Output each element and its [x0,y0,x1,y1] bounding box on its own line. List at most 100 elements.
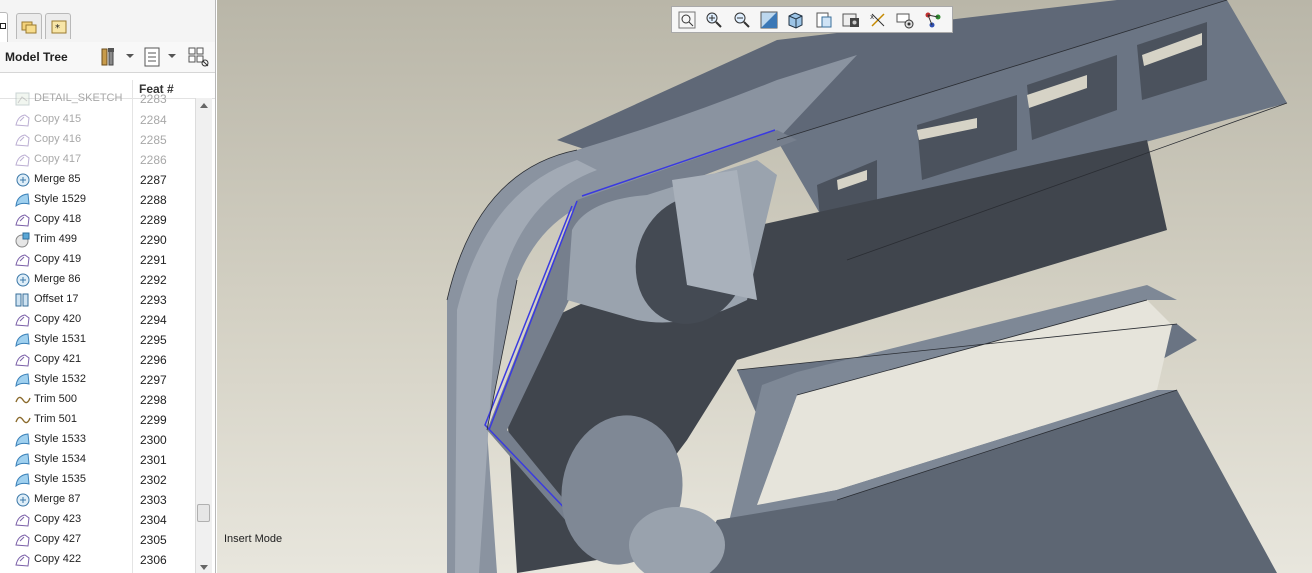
feature-number: 2286 [140,153,167,167]
saved-views-button[interactable] [813,9,835,31]
view-manager-button[interactable] [840,9,862,31]
model-tree-row[interactable]: Copy 417 2286 [0,150,193,170]
copy-icon [15,132,31,148]
status-message: Insert Mode [224,533,283,545]
tree-settings-button[interactable] [99,46,121,68]
feature-name: Copy 427 [34,533,82,545]
tree-settings-dropdown[interactable] [126,54,134,58]
spin-center-button[interactable] [922,9,944,31]
model-tree-list: DETAIL_SKETCH 2283 Copy 415 2284 Copy 416 228… [0,90,193,573]
scroll-thumb[interactable] [197,504,210,522]
datum-display-button[interactable]: x [867,9,889,31]
repaint-button[interactable] [758,9,780,31]
model-tree-row[interactable]: Style 1535 2302 [0,470,193,490]
model-view-3d[interactable] [217,0,1312,573]
model-tree-row[interactable]: Trim 499 2290 [0,230,193,250]
tree-settings-icon [101,48,114,66]
model-tree-row[interactable]: DETAIL_SKETCH 2283 [0,90,193,109]
copy-icon [15,212,31,228]
model-tree-tab-icon [0,23,6,29]
feature-name: DETAIL_SKETCH [34,92,123,104]
graphics-window[interactable]: x [217,0,1312,573]
feature-number: 2283 [140,92,167,106]
folder-browser-tab[interactable] [16,13,42,39]
model-tree-row[interactable]: Merge 85 2287 [0,170,193,190]
model-tree-row[interactable]: Copy 422 2306 [0,550,193,570]
feature-number: 2293 [140,293,167,307]
model-tree-row[interactable]: Copy 419 2291 [0,250,193,270]
scroll-up-arrow-icon[interactable] [200,103,208,108]
feature-name: Copy 417 [34,153,82,165]
model-tree-row[interactable]: Copy 415 2284 [0,110,193,130]
model-tree-row[interactable]: Copy 423 2304 [0,510,193,530]
feature-number: 2301 [140,453,167,467]
model-tree-row[interactable]: Style 1529 2288 [0,190,193,210]
feature-number: 2303 [140,493,167,507]
zoom-in-button[interactable] [703,9,725,31]
scroll-down-arrow-icon[interactable] [200,565,208,570]
feature-name: Copy 423 [34,513,82,525]
model-tree-row[interactable]: Copy 421 2296 [0,350,193,370]
model-tree-row[interactable]: Trim 501 2299 [0,410,193,430]
feature-name: Copy 421 [34,353,82,365]
feature-name: Trim 500 [34,393,77,405]
show-list-dropdown[interactable] [168,54,176,58]
refit-button[interactable] [676,9,698,31]
feature-number: 2302 [140,473,167,487]
model-tree-row[interactable]: Copy 416 2285 [0,130,193,150]
display-style-button[interactable] [785,9,807,31]
favorites-icon: * [51,20,67,34]
copy-icon [15,352,31,368]
feature-name: Merge 86 [34,273,81,285]
feature-number: 2300 [140,433,167,447]
copy-icon [15,552,31,568]
feature-number: 2295 [140,333,167,347]
copy-icon [15,512,31,528]
folder-browser-icon [21,21,37,34]
model-tree-row[interactable]: Merge 86 2292 [0,270,193,290]
style-icon [15,372,31,388]
feature-number: 2296 [140,353,167,367]
feature-number: 2297 [140,373,167,387]
feature-name: Merge 87 [34,493,81,505]
feature-number: 2306 [140,553,167,567]
model-tree-row[interactable]: Copy 418 2289 [0,210,193,230]
feature-name: Style 1532 [34,373,86,385]
model-tree-row[interactable]: Copy 420 2294 [0,310,193,330]
copy-icon [15,532,31,548]
model-tree-row[interactable]: Style 1531 2295 [0,330,193,350]
style-icon [15,472,31,488]
model-tree-row[interactable]: Trim 500 2298 [0,390,193,410]
model-tree-row[interactable]: Style 1532 2297 [0,370,193,390]
svg-text:*: * [55,23,60,34]
show-list-button[interactable] [143,46,163,68]
feature-name: Style 1535 [34,473,86,485]
navigator-tab-bar: * [0,0,215,43]
model-tree-scrollbar[interactable] [195,98,212,573]
favorites-tab[interactable]: * [45,13,71,39]
feature-name: Merge 85 [34,173,81,185]
model-tree-row[interactable]: Copy 427 2305 [0,530,193,550]
annotation-display-button[interactable] [894,9,916,31]
style-icon [15,452,31,468]
feature-name: Copy 419 [34,253,82,265]
zoom-out-button[interactable] [731,9,753,31]
model-tree-row[interactable]: Merge 87 2303 [0,490,193,510]
model-tree-header: Model Tree [0,42,215,73]
feature-name: Copy 415 [34,113,82,125]
feature-number: 2285 [140,133,167,147]
model-tree-row[interactable]: Style 1534 2301 [0,450,193,470]
feature-number: 2294 [140,313,167,327]
feature-number: 2287 [140,173,167,187]
feature-number: 2304 [140,513,167,527]
copy-icon [15,152,31,168]
model-tree-row[interactable]: Offset 17 2293 [0,290,193,310]
model-tree-title: Model Tree [5,50,68,64]
model-tree-tab[interactable] [0,12,8,42]
copy-icon [15,112,31,128]
model-tree-row[interactable]: Style 1533 2300 [0,430,193,450]
column-filter-button[interactable] [187,46,211,68]
merge-icon [15,172,31,188]
offset-icon [15,292,31,308]
trim-curve-icon [15,412,31,428]
